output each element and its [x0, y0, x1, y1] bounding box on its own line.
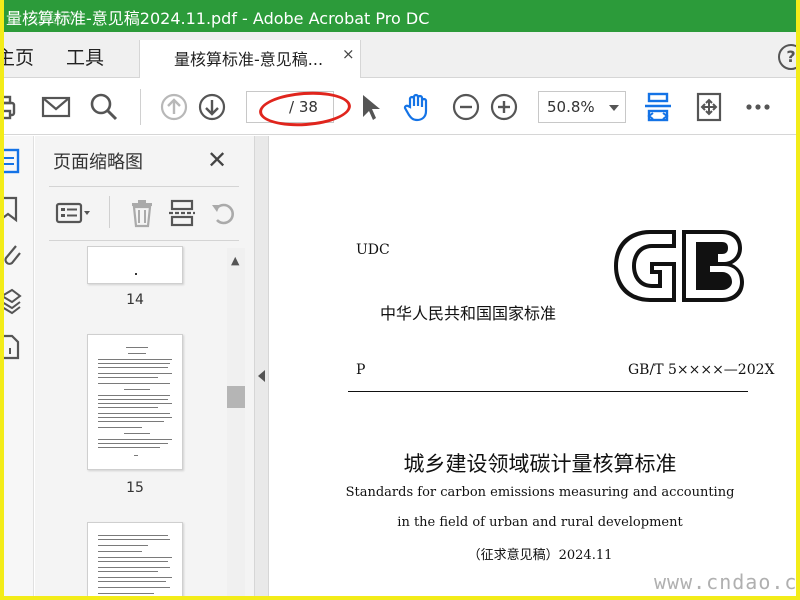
document-title-cn: 城乡建设领域碳计量核算标准: [403, 452, 677, 476]
close-tab-icon[interactable]: ×: [342, 45, 355, 63]
full-screen-icon[interactable]: [693, 91, 725, 123]
email-icon[interactable]: [40, 91, 72, 123]
select-cursor-icon[interactable]: [354, 91, 386, 123]
chevron-left-icon: [258, 370, 265, 382]
thumbnail-page-number: 14: [126, 292, 144, 308]
delete-page-icon[interactable]: [127, 198, 159, 228]
zoom-out-icon[interactable]: [450, 91, 482, 123]
gb-logo-icon: [614, 230, 744, 302]
title-bar: 量核算标准-意见稿2024.11.pdf - Adobe Acrobat Pro…: [0, 0, 800, 32]
thumbnail-scrollbar[interactable]: ▲: [227, 248, 245, 600]
toolbar: / 38 50.8%: [0, 79, 800, 135]
layers-icon[interactable]: [1, 286, 30, 316]
page-thumbnail[interactable]: [87, 334, 183, 470]
toolbar-divider: [140, 89, 141, 125]
udc-label: UDC: [356, 242, 390, 258]
hand-tool-icon[interactable]: [400, 91, 432, 123]
rotate-icon[interactable]: [209, 198, 241, 228]
chevron-down-icon: [609, 105, 619, 111]
fit-width-icon[interactable]: [642, 91, 674, 123]
print-icon[interactable]: [0, 91, 18, 123]
panel-collapse-handle[interactable]: [255, 136, 269, 600]
next-page-icon[interactable]: [196, 91, 228, 123]
thumbnail-mark: [135, 273, 137, 275]
header-rule: [348, 391, 748, 392]
zoom-value: 50.8%: [547, 98, 595, 116]
watermark-top: 迅捷网: [32, 11, 74, 27]
document-title-en-line1: Standards for carbon emissions measuring…: [345, 485, 735, 500]
zoom-select[interactable]: 50.8%: [538, 91, 626, 123]
menu-tools[interactable]: 工具: [66, 43, 104, 70]
document-tab[interactable]: 量核算标准-意见稿... ×: [139, 40, 361, 78]
bookmark-icon[interactable]: [0, 194, 30, 224]
page-thumbnail[interactable]: [87, 522, 183, 600]
document-tab-label: 量核算标准-意见稿...: [174, 50, 324, 69]
panel-divider: [49, 186, 239, 187]
search-icon[interactable]: [88, 91, 120, 123]
site-watermark: www.cndao.com: [654, 570, 800, 594]
document-view[interactable]: UDC 中华人民共和国国家标准 P GB/T 5××××—202X 城乡建设领域…: [270, 136, 800, 600]
document-properties-icon[interactable]: [0, 332, 30, 362]
document-title-en-line2: in the field of urban and rural developm…: [397, 515, 683, 530]
thumbnails-panel: 页面缩略图 ✕ 14 15 ▲: [35, 136, 255, 600]
attachment-icon[interactable]: [4, 240, 30, 270]
page-thumbnails-icon[interactable]: [0, 146, 30, 176]
more-options-icon[interactable]: [742, 91, 774, 123]
previous-page-icon[interactable]: [158, 91, 190, 123]
left-tool-strip: [0, 136, 34, 600]
split-page-icon[interactable]: [167, 198, 199, 228]
menu-home[interactable]: 主页: [0, 43, 34, 70]
thumbnail-list: 14 15: [35, 246, 225, 600]
close-panel-icon[interactable]: ✕: [207, 146, 227, 174]
help-icon[interactable]: ?: [778, 44, 800, 70]
menu-row: 主页 工具: [0, 32, 800, 78]
scroll-up-icon[interactable]: ▲: [231, 254, 239, 267]
thumbnail-options-icon[interactable]: [55, 198, 90, 228]
panel-title: 页面缩略图: [53, 152, 143, 173]
panel-divider: [49, 240, 239, 241]
panel-tool-divider: [109, 196, 110, 228]
standard-organization: 中华人民共和国国家标准: [380, 304, 557, 323]
draft-notice: （征求意见稿）2024.11: [467, 548, 613, 563]
zoom-in-icon[interactable]: [488, 91, 520, 123]
page-thumbnail[interactable]: [87, 246, 183, 284]
standard-number: GB/T 5××××—202X: [628, 362, 775, 378]
thumbnail-page-number: 15: [126, 480, 144, 496]
scrollbar-thumb[interactable]: [227, 386, 245, 408]
category-letter: P: [356, 362, 366, 378]
